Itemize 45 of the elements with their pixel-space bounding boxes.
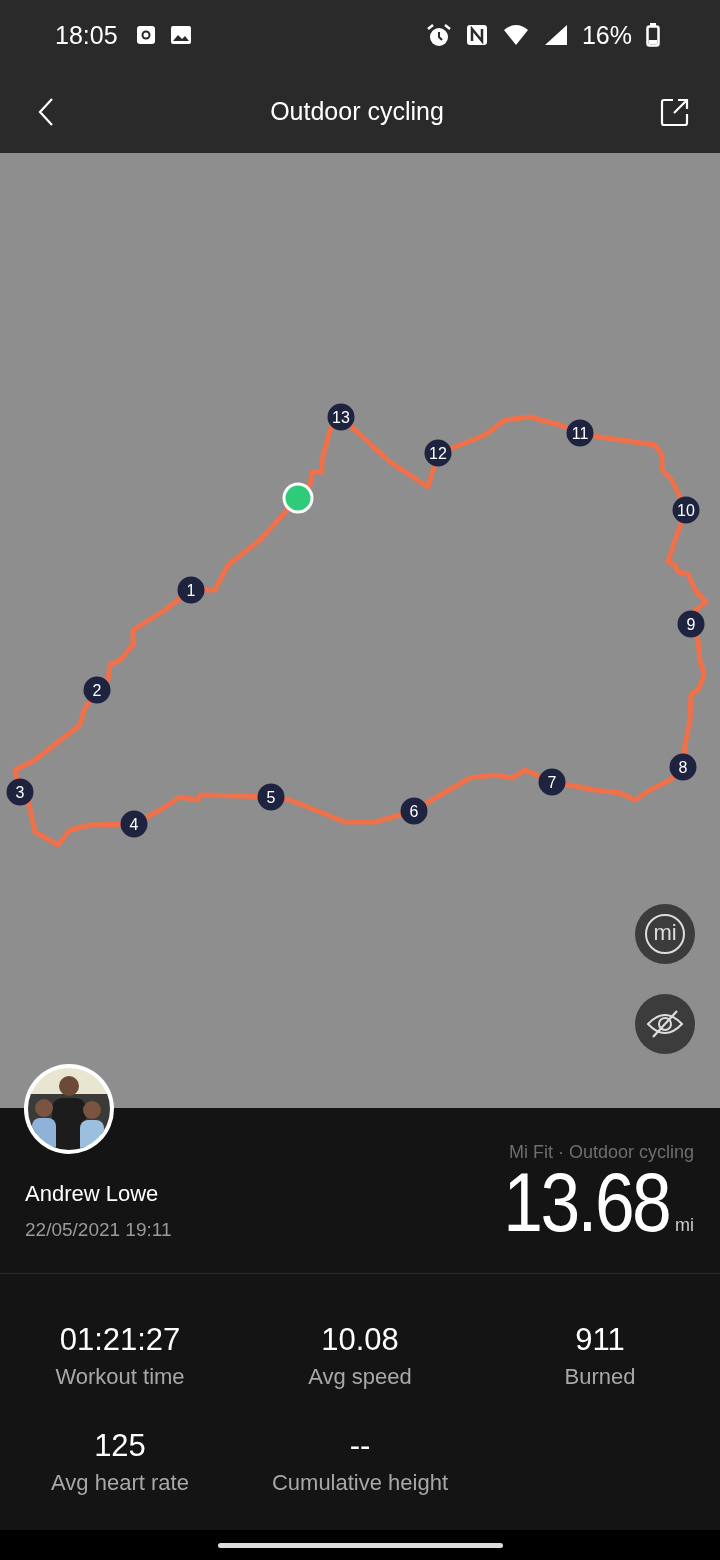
distance-value: 13.68 [503, 1163, 669, 1243]
split-marker: 7 [538, 768, 566, 796]
stat-label: Avg speed [308, 1364, 412, 1390]
battery-percentage: 16% [581, 20, 632, 50]
stat-value: 01:21:27 [59, 1322, 181, 1358]
split-marker: 3 [6, 778, 34, 806]
camera-icon [135, 25, 156, 45]
stat-label: Avg heart rate [51, 1470, 189, 1496]
gesture-handle[interactable] [217, 1542, 503, 1548]
alarm-icon [425, 23, 452, 47]
map[interactable]: 1 2 3 4 5 6 7 8 9 10 11 12 13 mi [0, 153, 720, 1108]
stat-label: Workout time [55, 1364, 185, 1390]
distance-unit: mi [675, 1215, 694, 1237]
status-time: 18:05 [55, 20, 118, 50]
hide-button[interactable] [635, 994, 695, 1054]
workout-date: 22/05/2021 19:11 [25, 1219, 172, 1241]
split-marker: 11 [566, 419, 594, 447]
split-marker: 2 [83, 676, 111, 704]
stat-value: -- [349, 1428, 371, 1464]
stat-value: 10.08 [321, 1322, 399, 1358]
workout-source: Mi Fit · Outdoor cycling [508, 1142, 694, 1164]
image-icon [169, 25, 192, 45]
split-marker: 8 [669, 753, 697, 781]
stat-value: 125 [94, 1428, 146, 1464]
split-marker: 4 [120, 810, 148, 838]
nfc-icon [465, 24, 488, 46]
back-icon [38, 96, 54, 127]
share-icon [660, 96, 690, 127]
split-marker: 13 [327, 403, 355, 431]
user-name: Andrew Lowe [25, 1181, 160, 1207]
split-marker: 1 [177, 576, 205, 604]
hidden-eye-icon [645, 1008, 685, 1040]
mi-logo-button[interactable]: mi [635, 904, 695, 964]
split-marker: 10 [672, 496, 700, 524]
split-marker: 12 [424, 439, 452, 467]
stat-label: Burned [564, 1364, 636, 1390]
signal-icon [543, 24, 568, 46]
battery-icon [646, 23, 660, 47]
split-marker: 9 [677, 610, 705, 638]
split-marker: 5 [257, 783, 285, 811]
stat-label: Cumulative height [271, 1470, 449, 1496]
screen-title: Outdoor cycling [270, 97, 444, 126]
wifi-icon [501, 24, 530, 46]
stat-value: 911 [575, 1322, 625, 1358]
split-marker: 6 [400, 797, 428, 825]
